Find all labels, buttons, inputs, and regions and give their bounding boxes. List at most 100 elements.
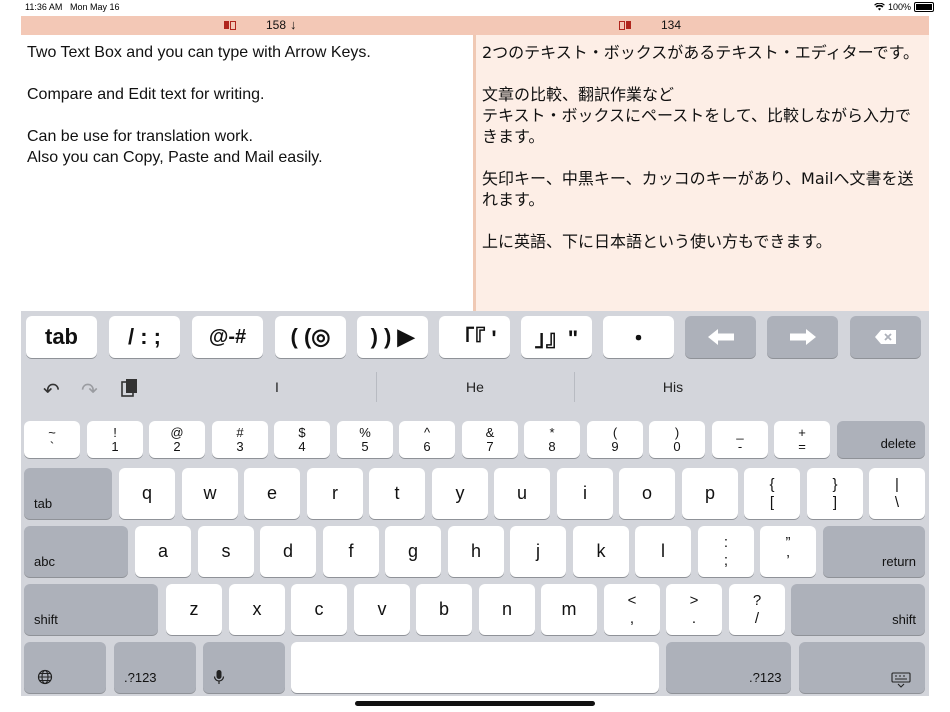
- key-e[interactable]: e: [244, 468, 300, 519]
- key-5[interactable]: % 5: [337, 421, 393, 458]
- keyboard-hide-icon: [891, 672, 911, 688]
- key-c[interactable]: c: [291, 584, 347, 635]
- numbers-left-key[interactable]: .?123: [114, 642, 196, 693]
- key-p[interactable]: p: [682, 468, 738, 519]
- left-text-box[interactable]: Two Text Box and you can type with Arrow…: [21, 35, 473, 311]
- key-x[interactable]: x: [229, 584, 285, 635]
- key-y[interactable]: y: [432, 468, 488, 519]
- suggestion-word[interactable]: He: [376, 379, 574, 395]
- suggestion-word[interactable]: I: [178, 379, 376, 395]
- arrow-right-icon: [789, 329, 816, 345]
- shift-right-key[interactable]: shift: [791, 584, 925, 635]
- accessory-tab-key[interactable]: tab: [26, 316, 97, 358]
- left-pane-arrow-icon[interactable]: ↓: [290, 18, 297, 31]
- globe-key[interactable]: [24, 642, 106, 693]
- abc-key[interactable]: abc: [24, 526, 128, 577]
- left-pane-status: 158 ↓: [224, 18, 297, 32]
- cursor-right-key[interactable]: [767, 316, 838, 358]
- key-quote[interactable]: ”’: [760, 526, 816, 577]
- key-2[interactable]: @2: [149, 421, 205, 458]
- right-pane-active-flag-icon[interactable]: [619, 20, 631, 30]
- hide-keyboard-key[interactable]: [799, 642, 925, 693]
- key-k[interactable]: k: [573, 526, 629, 577]
- keyboard: tab / : ; @-# ( (◎ ) ) ▶ 「『 ' 」』" ・ ↶ ↷ …: [21, 311, 929, 696]
- key-s[interactable]: s: [198, 526, 254, 577]
- suggestion-bar: ↶ ↷ I He His: [21, 369, 929, 403]
- accessory-middle-dot-key[interactable]: ・: [603, 316, 674, 358]
- cursor-left-key[interactable]: [685, 316, 756, 358]
- key-w[interactable]: w: [182, 468, 238, 519]
- key-equals[interactable]: + =: [774, 421, 830, 458]
- key-l[interactable]: l: [635, 526, 691, 577]
- key-g[interactable]: g: [385, 526, 441, 577]
- key-4[interactable]: $4: [274, 421, 330, 458]
- key-8[interactable]: * 8: [524, 421, 580, 458]
- key-j[interactable]: j: [510, 526, 566, 577]
- key-r[interactable]: r: [307, 468, 363, 519]
- key-backslash[interactable]: | \: [869, 468, 925, 519]
- space-bar[interactable]: [291, 642, 659, 693]
- accessory-at-hyphen-hash-key[interactable]: @-#: [192, 316, 263, 358]
- key-tilde-backtick[interactable]: ~ `: [24, 421, 80, 458]
- key-comma[interactable]: <,: [604, 584, 660, 635]
- arrow-left-icon: [707, 329, 734, 345]
- key-0[interactable]: ) 0: [649, 421, 705, 458]
- key-bracket-right[interactable]: }]: [807, 468, 863, 519]
- key-bracket-left[interactable]: {[: [744, 468, 800, 519]
- status-time: 11:36 AM: [25, 2, 63, 12]
- key-semicolon[interactable]: :;: [698, 526, 754, 577]
- globe-icon: [37, 669, 53, 685]
- status-right: 100%: [874, 2, 934, 12]
- battery-percent: 100%: [887, 2, 911, 12]
- status-bar: 11:36 AM Mon May 16 100%: [0, 0, 950, 14]
- battery-icon: [914, 2, 934, 12]
- key-1[interactable]: ! 1: [87, 421, 143, 458]
- key-period[interactable]: >.: [666, 584, 722, 635]
- key-b[interactable]: b: [416, 584, 472, 635]
- key-u[interactable]: u: [494, 468, 550, 519]
- accessory-open-bracket-key[interactable]: 「『 ': [439, 316, 510, 358]
- redo-icon[interactable]: ↷: [81, 378, 98, 403]
- delete-icon: [874, 330, 896, 344]
- key-3[interactable]: #3: [212, 421, 268, 458]
- key-6[interactable]: ^ 6: [399, 421, 455, 458]
- wifi-icon: [874, 3, 885, 11]
- undo-icon[interactable]: ↶: [43, 378, 60, 403]
- right-pane-status: 134: [619, 18, 681, 32]
- delete-key[interactable]: delete: [837, 421, 925, 458]
- accessory-delete-key[interactable]: [850, 316, 921, 358]
- key-t[interactable]: t: [369, 468, 425, 519]
- accessory-slash-colon-key[interactable]: / : ;: [109, 316, 180, 358]
- right-char-count: 134: [661, 18, 682, 32]
- accessory-open-paren-key[interactable]: ( (◎: [275, 316, 346, 358]
- key-m[interactable]: m: [541, 584, 597, 635]
- numbers-right-key[interactable]: .?123: [666, 642, 791, 693]
- key-minus[interactable]: _ -: [712, 421, 768, 458]
- key-9[interactable]: (9: [587, 421, 643, 458]
- clipboard-icon[interactable]: [121, 378, 139, 404]
- dictation-key[interactable]: [203, 642, 285, 693]
- key-h[interactable]: h: [448, 526, 504, 577]
- key-7[interactable]: & 7: [462, 421, 518, 458]
- key-slash[interactable]: ? /: [729, 584, 785, 635]
- key-z[interactable]: z: [166, 584, 222, 635]
- key-i[interactable]: i: [557, 468, 613, 519]
- key-q[interactable]: q: [119, 468, 175, 519]
- key-a[interactable]: a: [135, 526, 191, 577]
- key-f[interactable]: f: [323, 526, 379, 577]
- microphone-icon: [213, 670, 225, 684]
- key-v[interactable]: v: [354, 584, 410, 635]
- accessory-close-bracket-key[interactable]: 」』": [521, 316, 592, 358]
- status-date: Mon May 16: [70, 2, 120, 12]
- key-d[interactable]: d: [260, 526, 316, 577]
- key-n[interactable]: n: [479, 584, 535, 635]
- left-pane-active-flag-icon[interactable]: [224, 20, 236, 30]
- tab-key[interactable]: tab: [24, 468, 112, 519]
- suggestion-word[interactable]: His: [574, 379, 772, 395]
- key-o[interactable]: o: [619, 468, 675, 519]
- shift-left-key[interactable]: shift: [24, 584, 158, 635]
- right-text-box[interactable]: 2つのテキスト・ボックスがあるテキスト・エディターです。 文章の比較、翻訳作業な…: [476, 35, 929, 311]
- accessory-close-paren-key[interactable]: ) ) ▶: [357, 316, 428, 358]
- home-indicator[interactable]: [355, 701, 595, 706]
- return-key[interactable]: return: [823, 526, 925, 577]
